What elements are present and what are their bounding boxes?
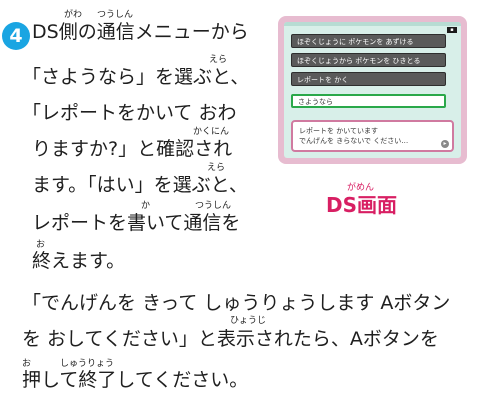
furigana-tsuushin: つうしん [97, 10, 134, 20]
furigana-tsuushin-2: つうしん [195, 201, 232, 211]
next-arrow-icon: ▸ [441, 140, 449, 148]
ds-top-bar [284, 22, 461, 26]
ds-screen: ▪ ほぞくじょうに ポケモンを あずける ほぞくじょうから ポケモンを ひきとる… [284, 22, 461, 158]
body-line-2: 「さようなら」を選ぶと、 [22, 66, 250, 88]
body-line-5: ます。「はい」を選ぶと、 [32, 174, 248, 196]
ds-menu-item-goodbye[interactable]: さようなら [291, 94, 446, 108]
body-line-6: レポートを書いて通信を [32, 212, 241, 234]
ds-message-box: レポートを かいています でんげんを きらないで ください… ▸ [291, 120, 454, 152]
ds-menu-item-withdraw[interactable]: ほぞくじょうから ポケモンを ひきとる [291, 53, 446, 67]
ds-corner-icon: ▪ [447, 27, 457, 33]
furigana-o-2: お [22, 359, 32, 369]
furigana-o: お [36, 240, 46, 250]
ds-screen-caption: DS画面 [326, 193, 398, 217]
furigana-ka: か [141, 201, 151, 211]
ds-menu-item-deposit[interactable]: ほぞくじょうに ポケモンを あずける [291, 34, 446, 48]
step-number-badge: 4 [2, 22, 30, 50]
body-line-1: DS側の通信メニューから [32, 21, 249, 43]
note-line-1: 「でんげんを きって しゅうりょうします Aボタン [22, 292, 451, 314]
note-line-3: 押して終了してください。 [22, 369, 249, 391]
furigana-erabu-1: えら [209, 55, 228, 65]
furigana-hyouji: ひょうじ [230, 316, 267, 326]
body-line-4: りますか?」と確認され [32, 138, 233, 160]
furigana-kakunin: かくにん [193, 127, 230, 137]
body-line-3: 「レポートをかいて おわ [22, 102, 237, 124]
furigana-shuuryou: しゅうりょう [60, 359, 115, 369]
ds-message-line-1: レポートを かいています [299, 127, 379, 135]
furigana-gawa: がわ [64, 10, 83, 20]
note-line-2: を おしてください」と表示されたら、Aボタンを [22, 328, 439, 350]
body-line-7: 終えます。 [32, 250, 126, 272]
ds-menu-item-report[interactable]: レポートを かく [291, 72, 446, 86]
furigana-erabu-2: えら [207, 163, 226, 173]
ds-caption-furigana: がめん [347, 183, 375, 193]
ds-message-line-2: でんげんを きらないで ください… [299, 137, 409, 145]
